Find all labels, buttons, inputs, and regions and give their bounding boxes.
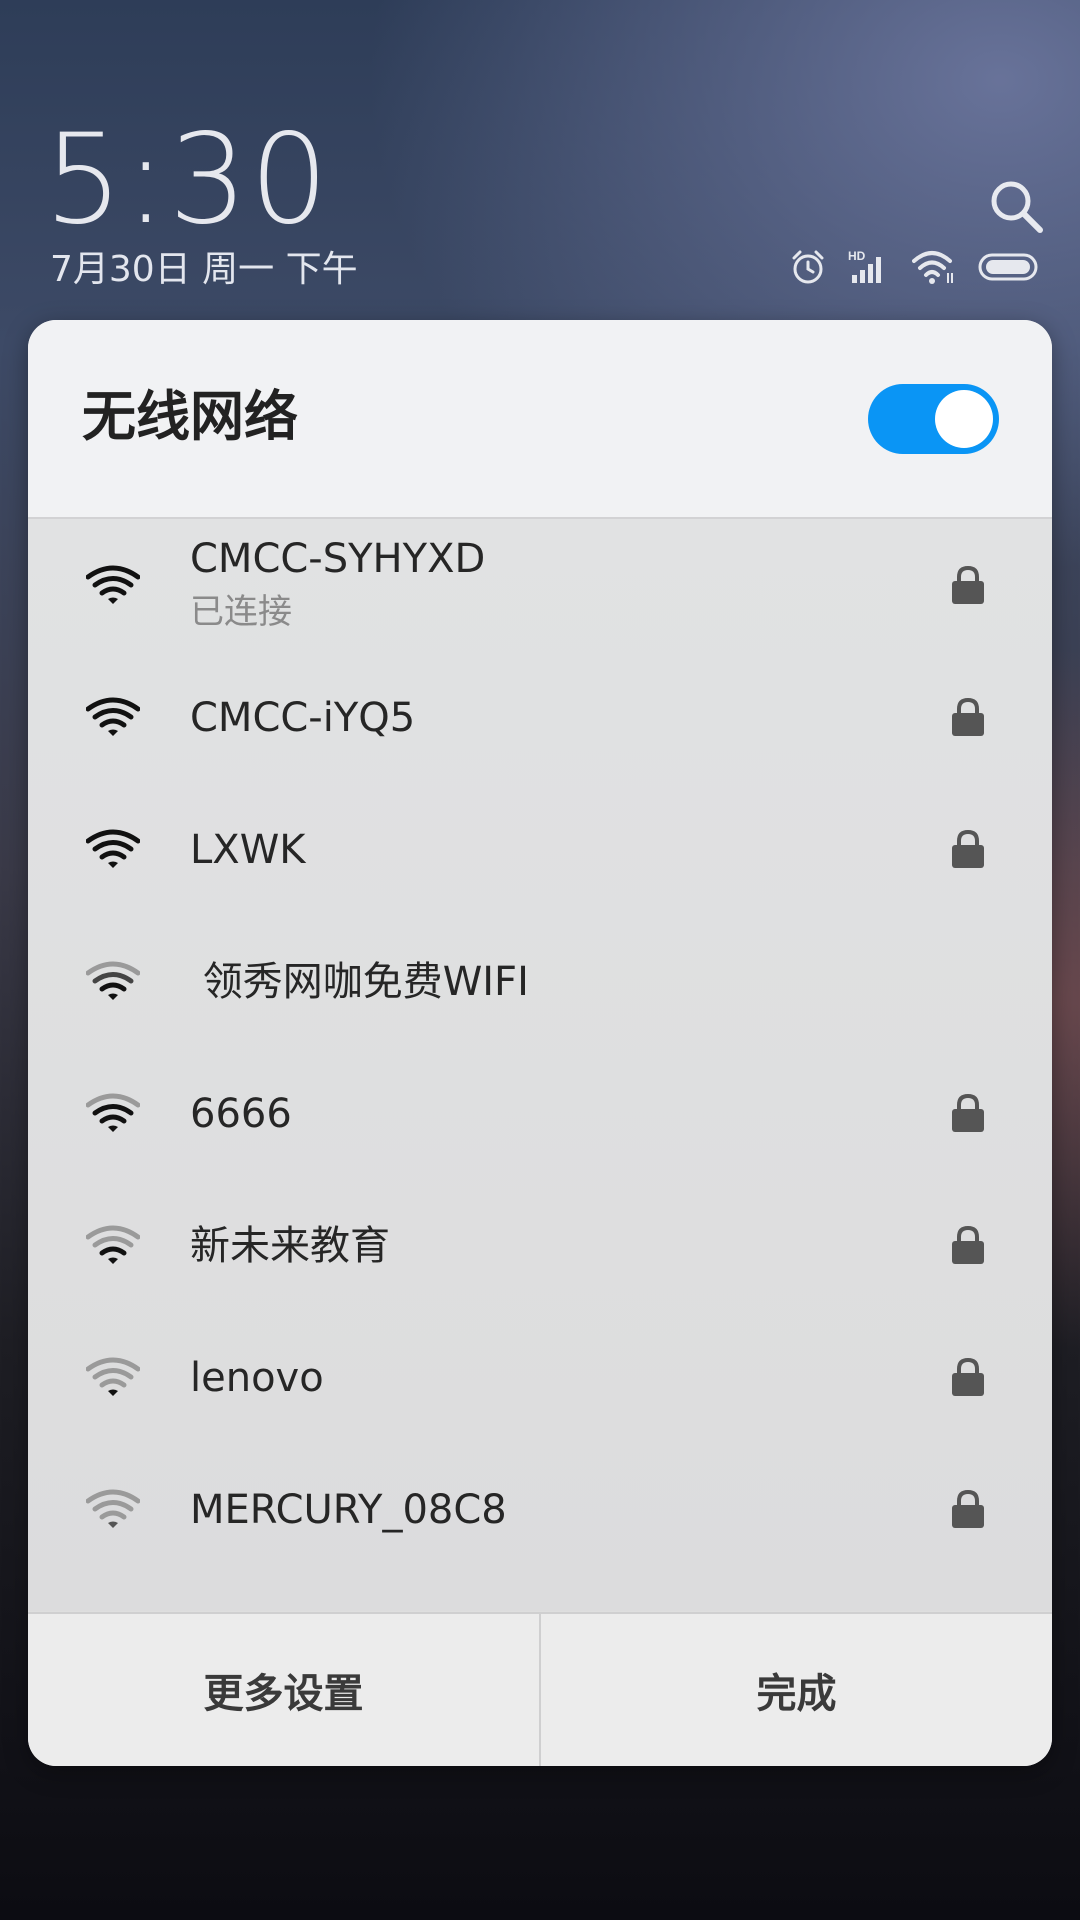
network-item[interactable]: CMCC-iYQ5 — [28, 651, 1052, 783]
network-item[interactable]: 新未来教育 — [28, 1179, 1052, 1311]
network-item[interactable]: lenovo — [28, 1311, 1052, 1443]
network-name: CMCC-SYHYXD — [190, 536, 486, 582]
network-status: 已连接 — [190, 592, 292, 632]
wifi-signal-icon — [86, 961, 140, 1000]
wifi-signal-icon — [86, 565, 140, 604]
hd-label: HD — [848, 249, 866, 263]
network-name: CMCC-iYQ5 — [190, 695, 416, 741]
done-button[interactable]: 完成 — [541, 1614, 1052, 1766]
panel-footer: 更多设置 完成 — [28, 1612, 1052, 1766]
network-name: 领秀网咖免费WIFI — [190, 959, 529, 1005]
wifi-signal-icon — [86, 1225, 140, 1264]
date-text: 7月30日 周一 下午 — [50, 249, 358, 290]
wifi-signal-icon — [86, 697, 140, 736]
network-name: MERCURY_08C8 — [190, 1487, 507, 1533]
network-name: LXWK — [190, 827, 306, 873]
alarm-icon — [792, 250, 824, 284]
panel-header: 无线网络 — [28, 320, 1052, 519]
search-icon[interactable] — [988, 178, 1044, 234]
wifi-signal-icon — [86, 1093, 140, 1132]
wifi-signal-icon — [86, 1489, 140, 1528]
lock-icon — [952, 565, 984, 604]
lock-icon — [952, 1489, 984, 1528]
network-item[interactable]: 领秀网咖免费WIFI — [28, 915, 1052, 1047]
toggle-knob — [935, 390, 993, 448]
wifi-quick-panel: 无线网络 CMCC-SYHYXD 已连接 CMCC-iYQ5 LXWK 领秀网咖… — [28, 320, 1052, 1766]
lock-icon — [952, 1357, 984, 1396]
wifi-status-icon — [912, 251, 953, 284]
more-settings-button[interactable]: 更多设置 — [28, 1614, 539, 1766]
hd-cellular-signal-icon: HD — [848, 249, 881, 283]
wifi-signal-icon — [86, 1357, 140, 1396]
wifi-signal-icon — [86, 829, 140, 868]
wifi-network-list: CMCC-SYHYXD 已连接 CMCC-iYQ5 LXWK 领秀网咖免费WIF… — [28, 519, 1052, 1611]
clock-time: 5:30 — [44, 108, 331, 252]
lock-icon — [952, 829, 984, 868]
lock-icon — [952, 1225, 984, 1264]
lock-icon — [952, 697, 984, 736]
network-item[interactable]: 6666 — [28, 1047, 1052, 1179]
network-name: 6666 — [190, 1091, 292, 1137]
wifi-toggle-switch[interactable] — [868, 384, 999, 454]
battery-icon — [978, 253, 1038, 281]
status-bar-icons: HD — [790, 247, 1040, 287]
lock-icon — [952, 1093, 984, 1132]
network-item[interactable]: CMCC-SYHYXD 已连接 — [28, 519, 1052, 651]
network-name: 新未来教育 — [190, 1223, 390, 1269]
panel-title: 无线网络 — [82, 385, 298, 448]
network-item[interactable]: LXWK — [28, 783, 1052, 915]
network-item[interactable]: MERCURY_08C8 — [28, 1443, 1052, 1575]
network-name: lenovo — [190, 1355, 324, 1401]
